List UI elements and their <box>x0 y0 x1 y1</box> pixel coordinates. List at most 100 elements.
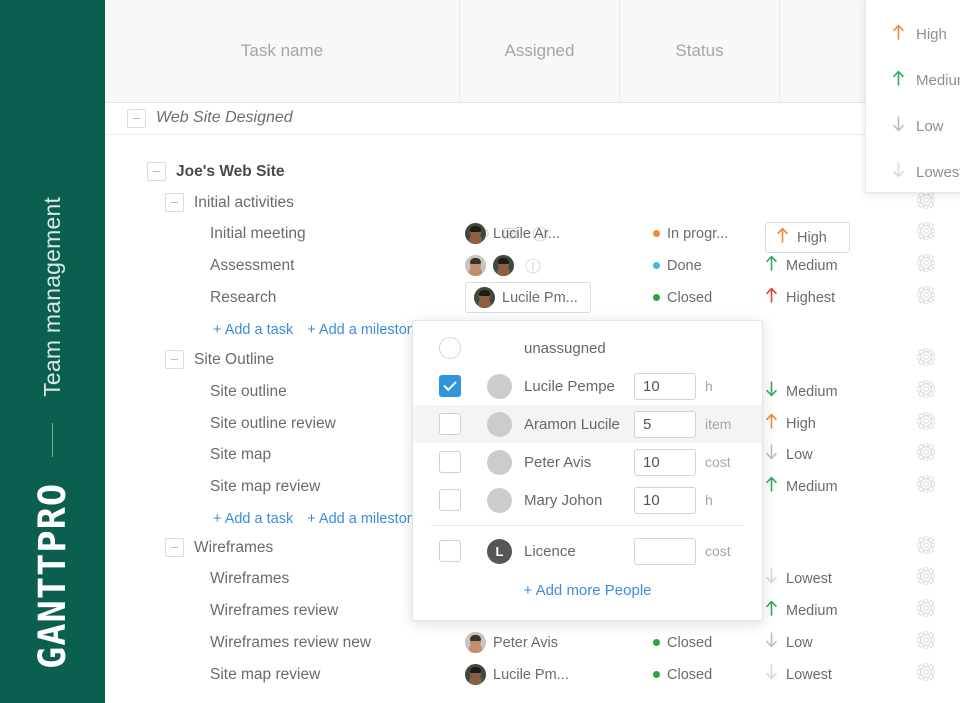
priority-cell[interactable]: Medium <box>765 250 838 282</box>
priority-cell[interactable]: Medium <box>765 595 838 627</box>
priority-option-high[interactable]: High <box>866 11 960 57</box>
status-cell[interactable]: Closed <box>653 282 712 314</box>
assignee-select-control[interactable] <box>413 413 487 435</box>
assignee-select-control[interactable] <box>413 337 487 359</box>
row-settings-button[interactable] <box>917 471 935 503</box>
priority-cell[interactable]: Medium <box>765 471 838 503</box>
checkbox-icon[interactable] <box>439 413 461 435</box>
priority-cell[interactable]: Medium <box>765 376 838 408</box>
column-header-status[interactable]: Status <box>620 0 780 102</box>
table-row[interactable]: Site map reviewLucile Pm...ClosedLowest <box>105 659 960 691</box>
checkbox-icon[interactable] <box>439 451 461 473</box>
task-name-cell[interactable]: Site map review <box>210 659 320 691</box>
assignee-select-control[interactable] <box>413 489 487 511</box>
assigned-cell[interactable]: Lucile Ar... <box>465 218 560 250</box>
task-name-cell[interactable]: Initial meeting <box>210 218 306 250</box>
task-name-cell[interactable]: Site map <box>210 439 271 471</box>
assignee-value-input[interactable] <box>634 487 696 514</box>
priority-cell[interactable]: Lowest <box>765 659 832 691</box>
assignee-value-input[interactable] <box>634 373 696 400</box>
assignee-option-row[interactable]: unassugned <box>413 329 762 367</box>
task-name-cell[interactable]: Wireframes review <box>210 595 338 627</box>
table-row[interactable]: Web Site Designed <box>105 103 960 135</box>
assignee-value-input[interactable] <box>634 411 696 438</box>
checkbox-icon[interactable] <box>439 540 461 562</box>
task-name-cell[interactable]: Joe's Web Site <box>147 156 285 188</box>
assignee-select-control[interactable] <box>413 451 487 473</box>
status-cell[interactable]: In progr... <box>653 218 728 250</box>
task-name-cell[interactable]: Web Site Designed <box>127 103 293 134</box>
assigned-cell[interactable]: Peter Avis <box>465 627 558 659</box>
add-task-link[interactable]: + Add a task <box>213 322 293 338</box>
collapse-toggle-icon[interactable] <box>165 193 184 212</box>
row-settings-button[interactable] <box>917 439 935 471</box>
row-settings-button[interactable] <box>917 344 935 376</box>
collapse-toggle-icon[interactable] <box>165 538 184 557</box>
assignee-dropdown[interactable]: unassugnedLucile PempehAramon Lucileitem… <box>412 320 763 621</box>
priority-option-medium[interactable]: Medium <box>866 57 960 103</box>
priority-cell[interactable]: High <box>765 222 850 253</box>
table-row[interactable]: Research Lucile Pm... Closed Highest <box>105 282 960 314</box>
task-name-cell[interactable]: Research <box>210 282 276 314</box>
checkbox-icon[interactable] <box>439 489 461 511</box>
task-name-cell[interactable]: Wireframes <box>165 532 273 564</box>
table-row[interactable]: Initial meeting Lucile Ar... In progr... Hi… <box>105 218 960 250</box>
add-milestone-link[interactable]: + Add a milestone <box>307 511 423 527</box>
assignee-option-row[interactable]: Aramon Lucileitem <box>413 405 762 443</box>
priority-option-lowest[interactable]: Lowest <box>866 149 960 195</box>
table-row[interactable]: Wireframes review new Peter Avis Closed Low <box>105 627 960 659</box>
table-row[interactable]: Initial activities <box>105 187 960 219</box>
priority-dropdown[interactable]: HighMediumLowLowest <box>865 0 960 193</box>
priority-cell[interactable]: High <box>765 408 816 440</box>
assignee-option-row[interactable]: Mary Johonh <box>413 481 762 519</box>
assigned-cell[interactable]: Lucile Pm... <box>465 659 569 691</box>
assigned-cell[interactable]: Lucile Pm... <box>465 282 591 314</box>
priority-cell[interactable]: Low <box>765 439 813 471</box>
task-name-cell[interactable]: Site Outline <box>165 344 274 376</box>
radio-unassigned-icon[interactable] <box>439 337 461 359</box>
priority-cell[interactable]: Highest <box>765 282 835 314</box>
priority-cell[interactable]: Low <box>765 627 813 659</box>
task-name-cell[interactable]: Wireframes review new <box>210 627 371 659</box>
assignee-option-row[interactable]: Lucile Pempeh <box>413 367 762 405</box>
row-settings-button[interactable] <box>917 376 935 408</box>
assignee-option-row[interactable]: LLicencecost <box>413 532 762 570</box>
assignee-select-control[interactable] <box>413 540 487 562</box>
task-name-cell[interactable]: Initial activities <box>165 187 294 219</box>
checkbox-icon[interactable] <box>439 375 461 397</box>
column-header-task-name[interactable]: Task name <box>105 0 460 102</box>
table-row[interactable]: Assessment Done Medium <box>105 250 960 282</box>
status-cell[interactable]: Done <box>653 250 702 282</box>
task-name-cell[interactable]: Site outline <box>210 376 287 408</box>
row-settings-button[interactable] <box>917 595 935 627</box>
collapse-toggle-icon[interactable] <box>127 109 146 128</box>
row-settings-button[interactable] <box>917 532 935 564</box>
task-name-cell[interactable]: Wireframes <box>210 563 289 595</box>
collapse-toggle-icon[interactable] <box>165 350 184 369</box>
assignee-value-input[interactable] <box>634 449 696 476</box>
table-row[interactable]: Joe's Web Site <box>105 156 960 188</box>
row-settings-button[interactable] <box>917 408 935 440</box>
assigned-cell[interactable] <box>465 250 514 282</box>
assignee-value-input[interactable] <box>634 538 696 565</box>
info-icon[interactable] <box>525 258 541 274</box>
task-name-cell[interactable]: Site map review <box>210 471 320 503</box>
task-name-cell[interactable]: Assessment <box>210 250 294 282</box>
row-settings-button[interactable] <box>917 563 935 595</box>
priority-cell[interactable]: Lowest <box>765 563 832 595</box>
status-cell[interactable]: Closed <box>653 627 712 659</box>
row-settings-button[interactable] <box>917 659 935 691</box>
assigned-selected-box[interactable]: Lucile Pm... <box>465 282 591 313</box>
add-more-people-link[interactable]: + Add more People <box>523 582 651 599</box>
assignee-option-row[interactable]: Peter Aviscost <box>413 443 762 481</box>
column-header-assigned[interactable]: Assigned <box>460 0 620 102</box>
task-name-cell[interactable]: Site outline review <box>210 408 336 440</box>
row-settings-button[interactable] <box>917 627 935 659</box>
row-settings-button[interactable] <box>917 282 935 314</box>
add-milestone-link[interactable]: + Add a milestone <box>307 322 423 338</box>
add-task-link[interactable]: + Add a task <box>213 511 293 527</box>
collapse-toggle-icon[interactable] <box>147 162 166 181</box>
row-settings-button[interactable] <box>917 218 935 250</box>
row-settings-button[interactable] <box>917 250 935 282</box>
assignee-select-control[interactable] <box>413 375 487 397</box>
